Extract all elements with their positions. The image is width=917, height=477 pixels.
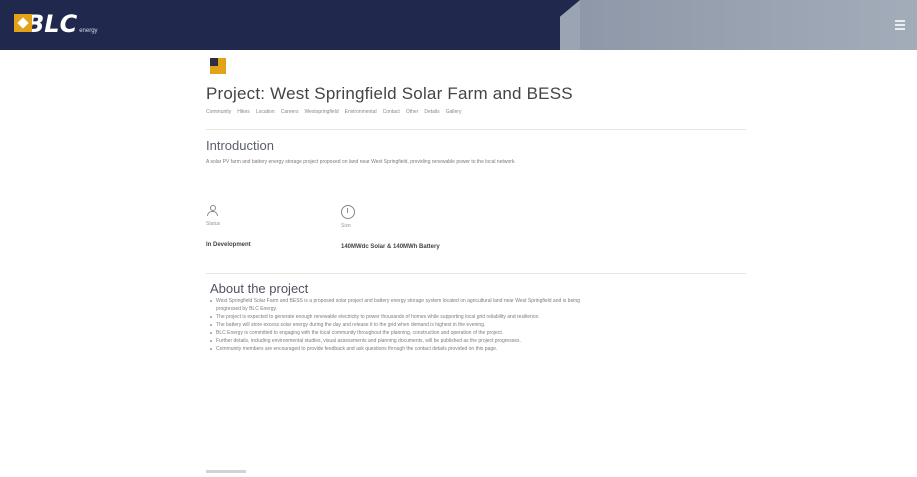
project-category-icon bbox=[210, 58, 226, 74]
list-item: Community members are encouraged to prov… bbox=[210, 345, 600, 353]
list-item: BLC Energy is committed to engaging with… bbox=[210, 329, 600, 337]
tag-item[interactable]: Details bbox=[424, 109, 439, 115]
header-right-panel bbox=[580, 0, 917, 50]
size-label: Size bbox=[341, 223, 351, 229]
divider bbox=[206, 129, 746, 130]
tag-item[interactable]: Gallery bbox=[446, 109, 462, 115]
list-item: West Springfield Solar Farm and BESS is … bbox=[210, 297, 600, 313]
menu-icon[interactable] bbox=[895, 20, 905, 30]
header-slant bbox=[520, 0, 580, 50]
tag-item[interactable]: Other bbox=[406, 109, 419, 115]
status-stat: Status In Development bbox=[206, 205, 346, 250]
project-tags: Community Hikes Location Careers Westspr… bbox=[206, 109, 746, 115]
list-item: The project is expected to generate enou… bbox=[210, 313, 600, 321]
introduction-heading: Introduction bbox=[206, 138, 274, 153]
project-header: Project: West Springfield Solar Farm and… bbox=[206, 58, 746, 166]
tag-item[interactable]: Hikes bbox=[237, 109, 250, 115]
tag-item[interactable]: Location bbox=[256, 109, 275, 115]
logo-subtext: energy bbox=[79, 28, 98, 34]
about-list: West Springfield Solar Farm and BESS is … bbox=[210, 297, 600, 353]
list-item: Further details, including environmental… bbox=[210, 337, 600, 345]
tag-item[interactable]: Environmental bbox=[345, 109, 377, 115]
divider bbox=[206, 273, 746, 274]
introduction-text: A solar PV farm and battery energy stora… bbox=[206, 159, 516, 165]
next-section-heading bbox=[206, 470, 246, 473]
size-stat: Size 140MWdc Solar & 140MWh Battery bbox=[341, 205, 461, 252]
gauge-icon bbox=[341, 205, 355, 219]
logo-text: BLC bbox=[26, 10, 78, 38]
page-title: Project: West Springfield Solar Farm and… bbox=[206, 84, 573, 103]
status-label: Status bbox=[206, 221, 221, 227]
brand-logo[interactable]: BLC energy bbox=[14, 10, 98, 38]
tag-item[interactable]: Westspringfield bbox=[305, 109, 339, 115]
list-item: The battery will store excess solar ener… bbox=[210, 321, 600, 329]
user-icon bbox=[206, 205, 218, 217]
tag-item[interactable]: Community bbox=[206, 109, 231, 115]
about-heading: About the project bbox=[210, 281, 309, 296]
logo-mark-icon bbox=[14, 14, 32, 32]
size-value: 140MWdc Solar & 140MWh Battery bbox=[341, 244, 440, 250]
tag-item[interactable]: Careers bbox=[281, 109, 299, 115]
tag-item[interactable]: Contact bbox=[383, 109, 400, 115]
status-value: In Development bbox=[206, 242, 251, 248]
top-navigation-bar: BLC energy bbox=[0, 0, 917, 50]
